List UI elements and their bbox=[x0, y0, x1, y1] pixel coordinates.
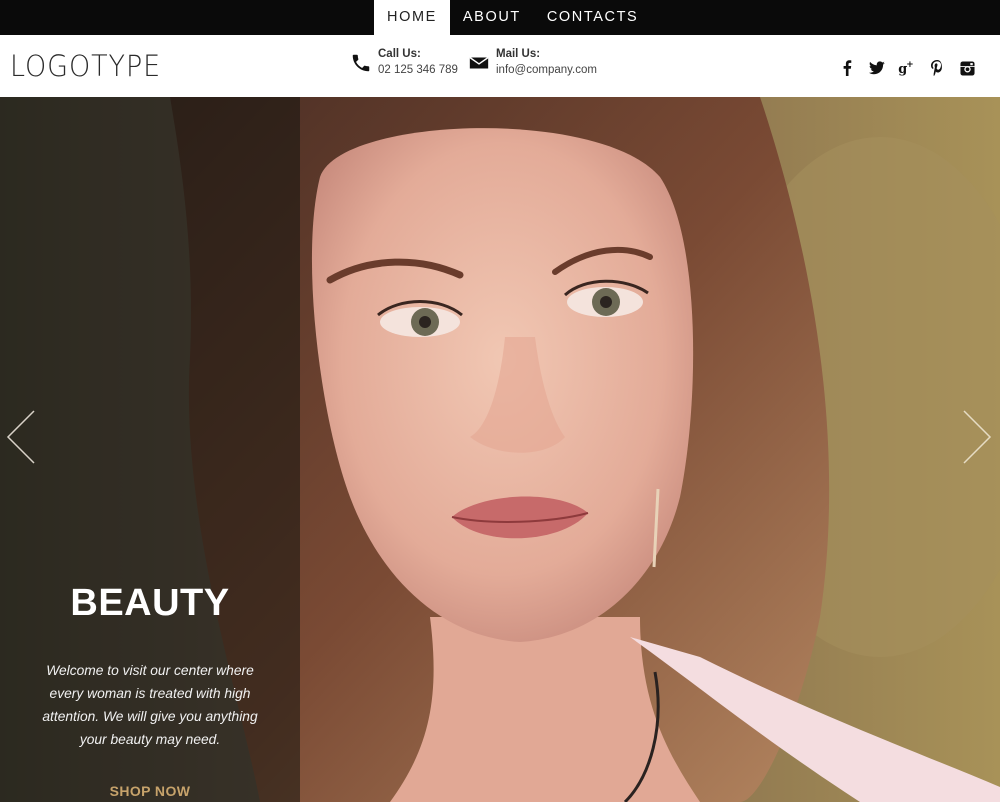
shop-now-button[interactable]: SHOP NOW bbox=[0, 783, 300, 799]
nav-item-about[interactable]: ABOUT bbox=[450, 0, 534, 35]
header: LOGOTYPE Call Us: 02 125 346 789 Mail Us… bbox=[0, 35, 1000, 97]
pinterest-icon[interactable] bbox=[922, 59, 952, 77]
instagram-icon[interactable] bbox=[952, 59, 982, 77]
mail-us-label: Mail Us: bbox=[496, 48, 541, 60]
logo[interactable]: LOGOTYPE bbox=[10, 49, 161, 83]
top-nav: HOME ABOUT CONTACTS bbox=[0, 0, 1000, 35]
hero-title: BEAUTY bbox=[70, 582, 230, 624]
call-us-label: Call Us: bbox=[378, 48, 421, 60]
call-us: Call Us: 02 125 346 789 bbox=[350, 47, 458, 79]
slider-next-arrow[interactable] bbox=[962, 409, 992, 465]
twitter-icon[interactable] bbox=[862, 59, 892, 77]
mail-us-address[interactable]: info@company.com bbox=[496, 62, 597, 79]
hero-slider: BEAUTY Welcome to visit our center where… bbox=[0, 97, 1000, 802]
google-plus-icon[interactable]: g + bbox=[892, 59, 922, 77]
mail-us: Mail Us: info@company.com bbox=[468, 47, 597, 79]
slider-prev-arrow[interactable] bbox=[6, 409, 36, 465]
hero-description: Welcome to visit our center where every … bbox=[42, 663, 258, 747]
social-links: g + bbox=[832, 59, 982, 77]
phone-icon bbox=[352, 54, 370, 72]
svg-text:+: + bbox=[906, 60, 913, 70]
nav-item-home[interactable]: HOME bbox=[374, 0, 450, 35]
facebook-icon[interactable] bbox=[832, 59, 862, 77]
nav-item-contacts[interactable]: CONTACTS bbox=[534, 0, 651, 35]
call-us-number[interactable]: 02 125 346 789 bbox=[378, 62, 458, 79]
nav-items: HOME ABOUT CONTACTS bbox=[374, 0, 651, 35]
envelope-icon bbox=[469, 56, 489, 69]
